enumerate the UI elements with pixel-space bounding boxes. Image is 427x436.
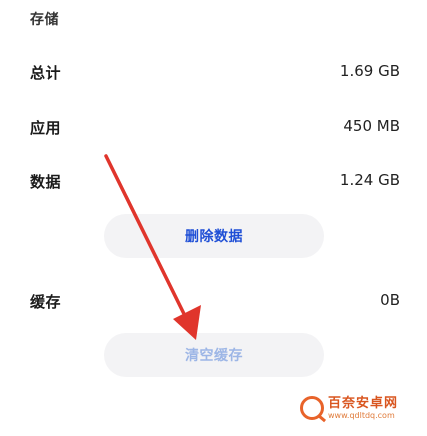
watermark-url: www.qdltdq.com xyxy=(328,410,395,420)
arrowhead-icon xyxy=(173,305,201,340)
watermark: 百奈安卓网 www.qdltdq.com xyxy=(300,396,398,420)
watermark-title: 百奈安卓网 xyxy=(328,395,399,411)
watermark-logo-icon xyxy=(300,396,324,420)
watermark-text: 百奈安卓网 www.qdltdq.com xyxy=(328,397,398,420)
arrow-annotation xyxy=(104,154,201,340)
arrow-shaft xyxy=(104,154,190,324)
